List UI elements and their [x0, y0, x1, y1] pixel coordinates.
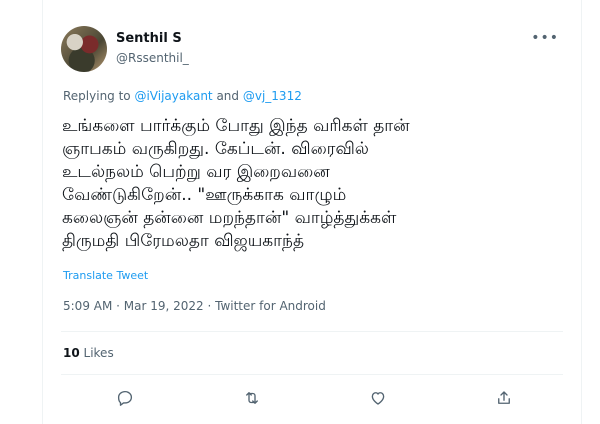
more-icon[interactable]: ••• — [531, 30, 559, 46]
tweet-timestamp[interactable]: 5:09 AM · Mar 19, 2022 · Twitter for And… — [63, 299, 326, 313]
author-handle[interactable]: @Rssenthil_ — [116, 51, 189, 65]
share-icon — [498, 391, 510, 404]
replying-to: Replying to @iVijayakant and @vj_1312 — [63, 89, 302, 103]
likes-count[interactable]: 10 Likes — [63, 346, 114, 360]
share-button[interactable] — [489, 384, 519, 412]
likes-number: 10 — [63, 346, 80, 360]
replying-prefix: Replying to — [63, 89, 135, 103]
translate-tweet-link[interactable]: Translate Tweet — [63, 269, 148, 282]
divider — [61, 374, 563, 375]
tweet-card: Senthil S @Rssenthil_ ••• Replying to @i… — [42, 0, 582, 424]
replying-joiner: and — [212, 89, 243, 103]
action-bar — [43, 384, 581, 412]
like-icon — [371, 392, 385, 405]
author-name[interactable]: Senthil S — [116, 31, 182, 46]
reply-icon — [117, 390, 133, 406]
likes-label: Likes — [79, 346, 114, 360]
reply-button[interactable] — [110, 384, 140, 412]
like-button[interactable] — [363, 384, 393, 412]
mention-link-1[interactable]: @iVijayakant — [134, 89, 212, 103]
retweet-button[interactable] — [237, 384, 267, 412]
avatar[interactable] — [61, 26, 107, 72]
retweet-icon — [246, 392, 258, 404]
tweet-text: உங்களை பார்க்கும் போது இந்த வரிகள் தான் … — [62, 116, 410, 251]
mention-link-2[interactable]: @vj_1312 — [243, 89, 302, 103]
divider — [61, 331, 563, 332]
